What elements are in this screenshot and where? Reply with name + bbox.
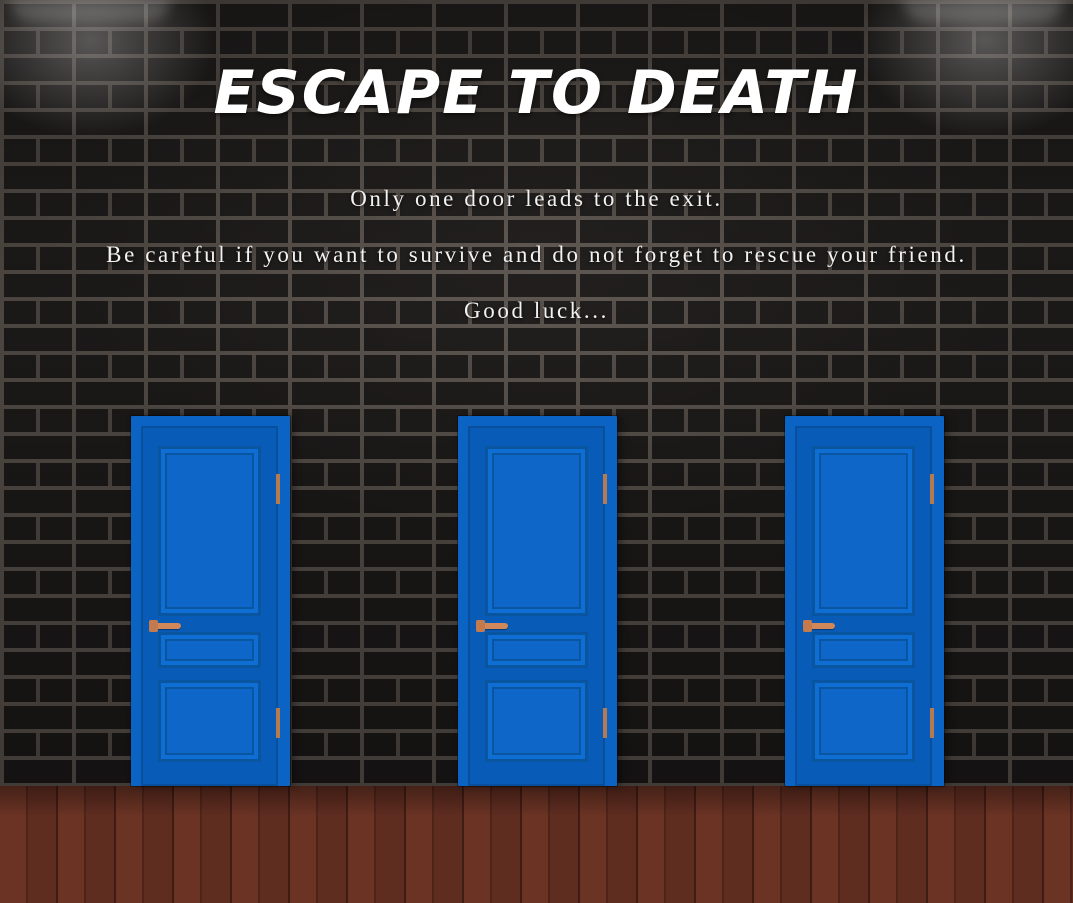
door-1[interactable] — [131, 416, 290, 786]
game-title: ESCAPE TO DEATH — [213, 58, 860, 128]
intro-line-3: Good luck... — [464, 298, 609, 323]
door-2[interactable] — [458, 416, 617, 786]
wooden-floor — [0, 786, 1073, 903]
door-1-face — [141, 426, 278, 786]
door-handle-icon[interactable] — [803, 620, 835, 632]
hinge-icon — [603, 474, 607, 504]
door-handle-icon[interactable] — [149, 620, 181, 632]
door-panel-middle — [158, 632, 261, 668]
door-panel-middle — [812, 632, 915, 668]
door-panel-bottom — [158, 680, 261, 762]
hinge-icon — [603, 708, 607, 738]
door-2-face — [468, 426, 605, 786]
door-panel-top — [485, 446, 588, 616]
door-panel-middle — [485, 632, 588, 668]
hinge-icon — [276, 474, 280, 504]
hinge-icon — [930, 474, 934, 504]
door-panel-top — [158, 446, 261, 616]
door-panel-bottom — [485, 680, 588, 762]
hinge-icon — [930, 708, 934, 738]
door-3[interactable] — [785, 416, 944, 786]
door-handle-icon[interactable] — [476, 620, 508, 632]
door-3-face — [795, 426, 932, 786]
door-panel-bottom — [812, 680, 915, 762]
spotlight-right — [903, 0, 1063, 22]
hinge-icon — [276, 708, 280, 738]
game-scene: ESCAPE TO DEATH Only one door leads to t… — [0, 0, 1073, 903]
intro-line-1: Only one door leads to the exit. — [350, 186, 723, 211]
intro-line-2: Be careful if you want to survive and do… — [106, 242, 967, 267]
door-panel-top — [812, 446, 915, 616]
spotlight-left — [10, 0, 170, 22]
